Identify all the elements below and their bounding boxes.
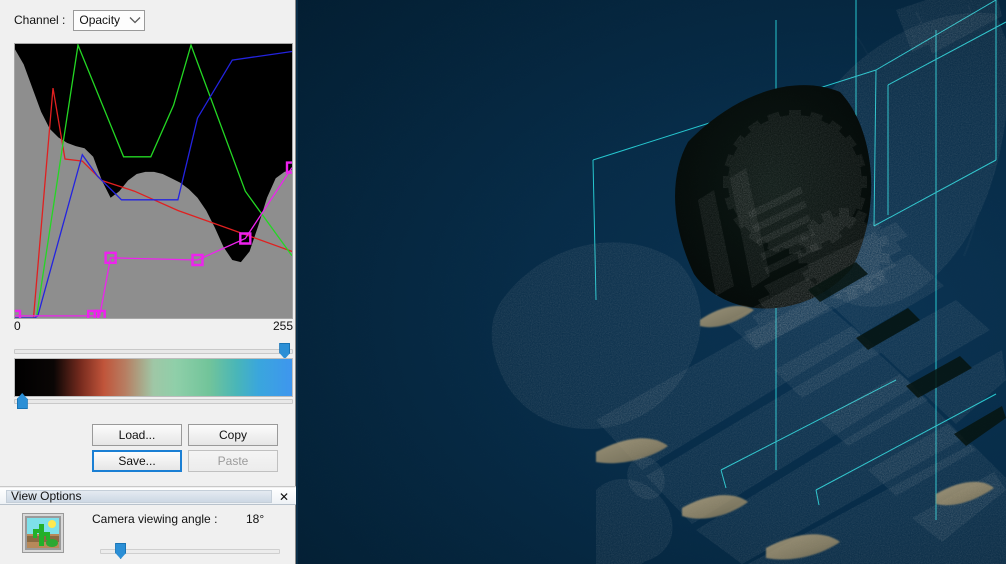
channel-select[interactable]: Opacity [73,10,145,31]
copy-button[interactable]: Copy [188,424,278,446]
camera-angle-label: Camera viewing angle : [92,512,217,526]
range-max-label: 255 [273,319,293,333]
channel-row: Channel : Opacity [14,9,145,31]
save-button[interactable]: Save... [92,450,182,472]
close-icon[interactable]: ✕ [276,489,292,504]
viewport-left-edge [296,0,298,564]
dock-separator [0,486,296,487]
view-options-title: View Options [11,489,81,503]
landscape-thumbnail-icon[interactable] [22,513,64,553]
volume-rendering-viewport[interactable] [296,0,1006,564]
left-dock: Channel : Opacity [0,0,296,564]
load-button[interactable]: Load... [92,424,182,446]
chevron-down-icon [126,11,144,30]
application-window: Channel : Opacity [0,0,1006,564]
view-options-titlebar[interactable]: View Options ✕ [0,488,296,505]
colormap-min-slider[interactable] [14,392,293,410]
paste-button: Paste [188,450,278,472]
colormap-max-slider-thumb[interactable] [279,343,290,359]
colormap-min-slider-track[interactable] [14,399,293,404]
channel-label: Channel : [14,13,65,27]
colormap-min-slider-thumb[interactable] [17,393,28,409]
transfer-function-panel: Channel : Opacity [0,0,296,487]
camera-angle-value: 18° [246,512,264,526]
camera-angle-slider-track[interactable] [100,549,280,554]
colormap-gradient-fill [15,359,292,396]
intensity-range-labels: 0 255 [14,318,293,334]
colormap-max-slider-track[interactable] [14,349,293,354]
channel-select-value: Opacity [74,13,126,27]
transfer-function-plot[interactable] [15,44,292,318]
volume-rendering-canvas[interactable] [296,0,1006,564]
range-min-label: 0 [14,319,21,333]
camera-angle-slider[interactable] [100,542,280,560]
camera-angle-slider-thumb[interactable] [115,543,126,559]
volume-noise-overlay [296,0,1006,564]
transfer-function-curve-editor[interactable] [14,43,293,319]
